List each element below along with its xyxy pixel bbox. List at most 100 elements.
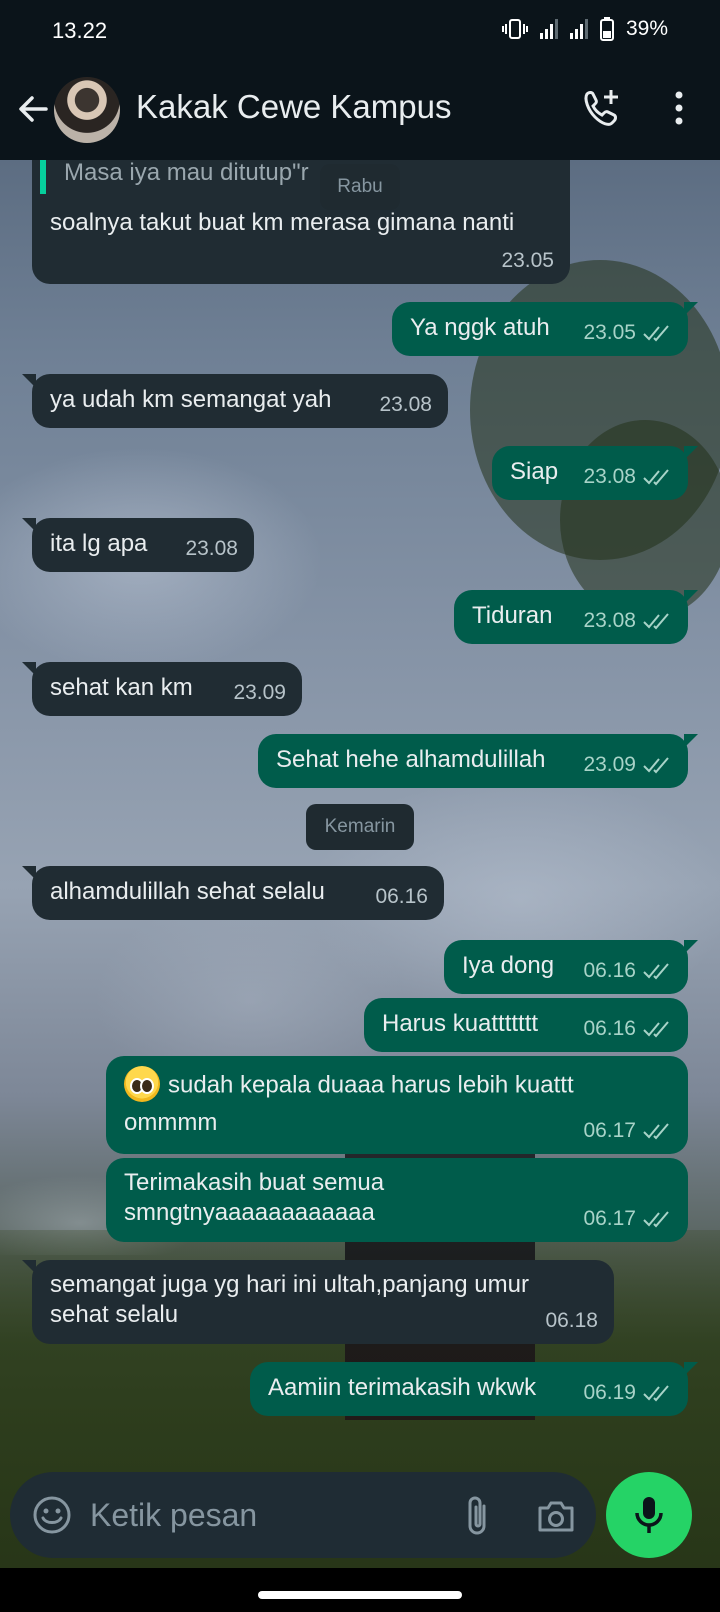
double-check-icon (643, 325, 669, 342)
message-time: 06.17 (583, 1119, 636, 1142)
home-indicator[interactable] (258, 1591, 462, 1599)
status-time: 13.22 (52, 18, 108, 43)
message-incoming[interactable]: alhamdulillah sehat selalu 06.16 (22, 866, 444, 920)
message-outgoing[interactable]: Iya dong 06.16 (444, 940, 698, 994)
message-time: 23.08 (583, 609, 636, 632)
message-incoming[interactable]: semangat juga yg hari ini ultah,panjang … (22, 1260, 614, 1344)
pleading-face-emoji-icon (124, 1066, 160, 1102)
message-text: ya udah km semangat yah (50, 386, 332, 413)
message-text-line: sudah kepala duaaa harus lebih kuattt (124, 1066, 574, 1104)
message-meta: 23.08 (185, 534, 238, 564)
message-meta: 23.09 (233, 678, 286, 708)
message-text: sehat kan km (50, 674, 193, 701)
message-outgoing[interactable]: Siap 23.08 (492, 446, 698, 500)
message-time: 06.19 (583, 1381, 636, 1404)
message-text: Ya nggk atuh (410, 314, 550, 341)
mic-icon (635, 1497, 663, 1533)
message-time: 23.08 (379, 393, 432, 416)
message-meta: 23.08 (379, 390, 432, 420)
message-input[interactable] (90, 1490, 420, 1540)
message-text: alhamdulillah sehat selalu (50, 878, 325, 905)
message-outgoing[interactable]: Harus kuattttttt 06.16 (364, 998, 688, 1052)
message-text: soalnya takut buat km merasa gimana nant… (50, 209, 515, 236)
message-meta: 06.18 (545, 1306, 598, 1336)
message-text: semangat juga yg hari ini ultah,panjang … (50, 1271, 529, 1298)
emoji-icon[interactable] (30, 1493, 74, 1537)
status-icons: 39% (501, 17, 668, 41)
double-check-icon (643, 963, 669, 980)
message-outgoing[interactable]: Sehat hehe alhamdulillah 23.09 (258, 734, 698, 788)
message-meta: 06.16 (583, 1014, 672, 1044)
message-text: Aamiin terimakasih wkwk (268, 1374, 537, 1401)
message-time: 23.05 (583, 321, 636, 344)
contact-name[interactable]: Kakak Cewe Kampus (136, 88, 451, 126)
add-call-icon[interactable] (578, 86, 622, 130)
message-time: 06.17 (583, 1207, 636, 1230)
message-time: 23.09 (583, 753, 636, 776)
chat-header: Kakak Cewe Kampus (0, 58, 720, 160)
message-text: Harus kuattttttt (382, 1010, 539, 1037)
message-meta: 23.05 (583, 318, 672, 348)
message-time: 06.16 (583, 959, 636, 982)
date-chip-rabu: Rabu (320, 164, 400, 210)
double-check-icon (643, 1123, 669, 1140)
message-incoming[interactable]: ya udah km semangat yah 23.08 (22, 374, 448, 428)
date-chip-kemarin: Kemarin (306, 804, 414, 850)
message-time: 06.16 (375, 885, 428, 908)
message-outgoing[interactable]: Aamiin terimakasih wkwk 06.19 (250, 1362, 698, 1416)
double-check-icon (643, 1211, 669, 1228)
signal-icon-2 (569, 19, 588, 39)
message-text: sehat selalu (50, 1301, 179, 1328)
message-text: Terimakasih buat semua (124, 1169, 385, 1196)
message-time: 06.16 (583, 1017, 636, 1040)
message-meta: 23.08 (583, 462, 672, 492)
system-nav-bar (0, 1568, 720, 1612)
message-time: 23.09 (233, 681, 286, 704)
message-meta: 06.16 (583, 956, 672, 986)
message-time: 23.08 (185, 537, 238, 560)
quoted-message[interactable]: Masa iya mau ditutup"r (40, 160, 310, 194)
avatar[interactable] (54, 77, 120, 143)
message-meta: 23.05 (501, 246, 554, 276)
message-meta: 06.17 (583, 1116, 672, 1146)
message-text: Siap (510, 458, 559, 485)
message-text: Tiduran (472, 602, 553, 629)
message-outgoing[interactable]: sudah kepala duaaa harus lebih kuattt om… (106, 1056, 688, 1154)
message-list[interactable]: Masa iya mau ditutup"r soalnya takut bua… (0, 160, 720, 1470)
message-text: Iya dong (462, 952, 555, 979)
message-meta: 23.09 (583, 750, 672, 780)
double-check-icon (643, 613, 669, 630)
message-incoming[interactable]: Masa iya mau ditutup"r soalnya takut bua… (32, 160, 570, 284)
mic-button[interactable] (606, 1472, 692, 1558)
message-time: 06.18 (545, 1309, 598, 1332)
attach-icon[interactable] (458, 1494, 498, 1538)
back-arrow-icon[interactable] (12, 88, 54, 130)
battery-percent: 39% (625, 17, 668, 40)
signal-icon (539, 19, 558, 39)
message-meta: 23.08 (583, 606, 672, 636)
message-text: smngtnyaaaaaaaaaaaa (124, 1199, 375, 1226)
more-vert-icon[interactable] (664, 88, 694, 128)
message-time: 23.05 (501, 249, 554, 272)
message-text: ita lg apa (50, 530, 148, 557)
message-outgoing[interactable]: Ya nggk atuh 23.05 (392, 302, 698, 356)
message-text: ommmm (124, 1109, 218, 1136)
message-composer (10, 1472, 596, 1558)
double-check-icon (643, 1385, 669, 1402)
status-bar: 13.22 39% (0, 0, 720, 58)
message-meta: 06.17 (583, 1204, 672, 1234)
message-text: sudah kepala duaaa harus lebih kuattt (168, 1071, 574, 1099)
message-text: Sehat hehe alhamdulillah (276, 746, 546, 773)
message-incoming[interactable]: ita lg apa 23.08 (22, 518, 254, 572)
message-meta: 06.16 (375, 882, 428, 912)
vibrate-icon (501, 19, 528, 39)
message-outgoing[interactable]: Terimakasih buat semua smngtnyaaaaaaaaaa… (106, 1158, 688, 1242)
double-check-icon (643, 469, 669, 486)
message-meta: 06.19 (583, 1378, 672, 1408)
message-outgoing[interactable]: Tiduran 23.08 (454, 590, 698, 644)
double-check-icon (643, 757, 669, 774)
message-incoming[interactable]: sehat kan km 23.09 (22, 662, 302, 716)
message-time: 23.08 (583, 465, 636, 488)
battery-icon (599, 17, 614, 41)
camera-icon[interactable] (534, 1494, 578, 1538)
